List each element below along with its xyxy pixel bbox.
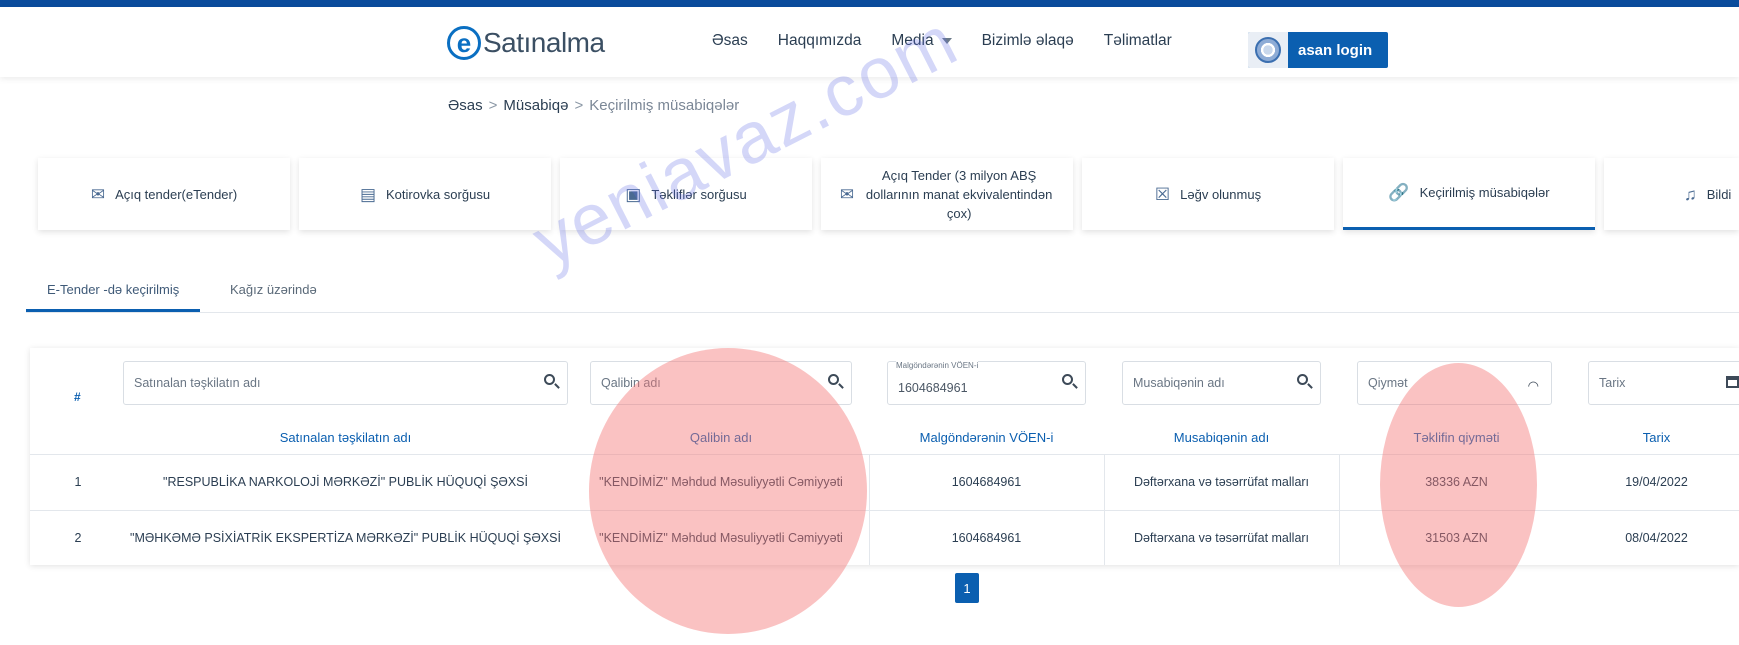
cell-winner: "KENDİMİZ" Məhdud Məsuliyyətli Cəmiyyəti: [599, 475, 843, 489]
breadcrumb-contest[interactable]: Müsabiqə: [503, 97, 568, 114]
card-large-tender[interactable]: ✉ Açıq Tender (3 milyon ABŞ dollarının ma…: [821, 158, 1073, 230]
card-quotation[interactable]: ▤ Kotirovka sorğusu: [299, 158, 551, 230]
nav-item-instructions[interactable]: Təlimatlar: [1104, 32, 1172, 50]
envelope-icon: ✉: [90, 184, 106, 204]
col-header-winner[interactable]: Qalibin adı: [590, 430, 852, 445]
logo-text: Satınalma: [483, 27, 605, 58]
envelope-icon: ✉: [839, 184, 855, 204]
logo-e-icon: e: [447, 26, 481, 60]
date-filter-input[interactable]: Tarix: [1588, 361, 1739, 405]
results-table: # Satınalan təşkilatın adı Qalibin adı M…: [30, 348, 1739, 565]
pagination-page-1[interactable]: 1: [955, 573, 979, 603]
col-header-contest[interactable]: Musabiqənin adı: [1104, 430, 1339, 445]
row-number-header: #: [74, 390, 81, 404]
tab-etender[interactable]: E-Tender -də keçirilmiş: [47, 282, 179, 297]
card-label: Açıq Tender (3 milyon ABŞ dollarının man…: [865, 167, 1053, 221]
input-placeholder: Tarix: [1599, 376, 1626, 390]
asan-seal-icon: [1248, 32, 1288, 68]
col-divider: [1339, 454, 1340, 565]
cell-voen: 1604684961: [951, 531, 1022, 545]
cell-contest: Dəftərxana və təsərrüfat malları: [1133, 531, 1310, 545]
cell-date: 19/04/2022: [1625, 475, 1688, 489]
bell-icon: ♫: [1684, 184, 1697, 204]
breadcrumb: Əsas > Müsabiqə > Keçirilmiş müsabiqələr: [448, 97, 740, 114]
cell-org: "RESPUBLİKA NARKOLOJİ MƏRKƏZİ" PUBLİK HÜ…: [163, 475, 528, 489]
message-icon: ▤: [359, 184, 376, 204]
voen-search-input[interactable]: Malgöndərənin VÖEN-i 1604684961: [887, 361, 1086, 405]
cell-num: 2: [74, 531, 82, 545]
cell-price: 31503 AZN: [1425, 531, 1488, 545]
active-tab-indicator: [26, 309, 200, 312]
col-header-voen[interactable]: Malgöndərənin VÖEN-i: [869, 430, 1104, 445]
cell-num: 1: [74, 475, 82, 489]
input-placeholder: Qiymət: [1368, 376, 1408, 390]
asan-login-button[interactable]: asan login: [1248, 32, 1388, 68]
card-label: Kotirovka sorğusu: [386, 186, 491, 202]
col-header-price[interactable]: Təklifin qiyməti: [1339, 430, 1574, 445]
card-label: Bildi: [1706, 186, 1732, 202]
site-logo[interactable]: e Satınalma: [447, 23, 605, 63]
search-icon[interactable]: [828, 374, 839, 385]
cancel-icon: ☒: [1154, 184, 1171, 204]
link-icon: 🔗: [1388, 183, 1410, 202]
card-label: Açıq tender(eTender): [115, 186, 238, 202]
input-value: 1604684961: [898, 381, 968, 395]
input-placeholder: Satınalan təşkilatın adı: [134, 376, 261, 390]
cell-contest: Dəftərxana və təsərrüfat malları: [1133, 475, 1310, 489]
top-accent-bar: [0, 0, 1739, 7]
search-icon[interactable]: [1297, 374, 1308, 385]
card-completed[interactable]: 🔗 Keçirilmiş müsabiqələr: [1343, 158, 1595, 230]
calendar-icon[interactable]: [1726, 376, 1739, 388]
cell-date: 08/04/2022: [1625, 531, 1688, 545]
col-divider: [869, 454, 870, 565]
breadcrumb-home[interactable]: Əsas: [448, 97, 483, 114]
nav-item-contact[interactable]: Bizimlə əlaqə: [982, 32, 1074, 50]
col-header-org[interactable]: Satınalan təşkilatın adı: [123, 430, 568, 445]
input-placeholder: Qalibin adı: [601, 376, 661, 390]
winner-search-input[interactable]: Qalibin adı: [590, 361, 852, 405]
row-divider: [30, 510, 1739, 511]
card-notifications[interactable]: ♫ Bildi: [1604, 158, 1739, 230]
card-cancelled[interactable]: ☒ Ləğv olunmuş: [1082, 158, 1334, 230]
range-gauge-icon[interactable]: ◠: [1528, 378, 1539, 394]
contest-search-input[interactable]: Musabiqənin adı: [1122, 361, 1321, 405]
row-divider: [30, 454, 1739, 455]
cell-voen: 1604684961: [951, 475, 1022, 489]
cell-org: "MƏHKƏMƏ PSİXİATRİK EKSPERTİZA MƏRKƏZİ" …: [130, 531, 561, 545]
search-icon[interactable]: [1062, 374, 1073, 385]
org-search-input[interactable]: Satınalan təşkilatın adı: [123, 361, 568, 405]
col-divider: [1104, 454, 1105, 565]
card-label: Ləğv olunmuş: [1180, 186, 1262, 202]
nav-item-home[interactable]: Əsas: [712, 32, 748, 50]
card-label: Keçirilmiş müsabiqələr: [1419, 185, 1550, 200]
tab-paper[interactable]: Kağız üzərində: [230, 282, 317, 297]
input-label: Malgöndərənin VÖEN-i: [896, 361, 979, 370]
cell-winner: "KENDİMİZ" Məhdud Məsuliyyətli Cəmiyyəti: [599, 531, 843, 545]
cell-price: 38336 AZN: [1425, 475, 1488, 489]
subtabs: E-Tender -də keçirilmiş Kağız üzərində: [26, 280, 1739, 313]
input-placeholder: Musabiqənin adı: [1133, 376, 1225, 390]
search-icon[interactable]: [544, 374, 555, 385]
price-filter-input[interactable]: Qiymət ◠: [1357, 361, 1552, 405]
asan-login-label: asan login: [1298, 41, 1373, 59]
col-header-date[interactable]: Tarix: [1574, 430, 1739, 445]
card-open-tender[interactable]: ✉ Açıq tender(eTender): [38, 158, 290, 230]
